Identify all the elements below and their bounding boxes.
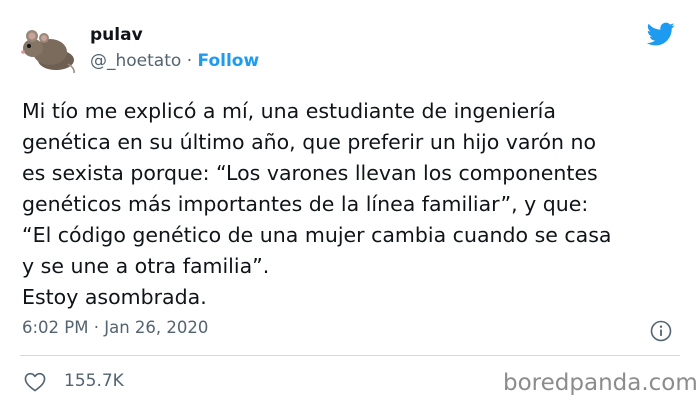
twitter-bird-icon[interactable] <box>644 20 678 48</box>
watermark: boredpanda.com <box>503 370 698 396</box>
info-icon[interactable] <box>650 320 672 342</box>
tweet-timestamp[interactable]: 6:02 PM · Jan 26, 2020 <box>22 318 208 337</box>
like-count[interactable]: 155.7K <box>64 371 124 391</box>
handle-separator: · <box>181 51 198 71</box>
avatar[interactable] <box>20 22 76 74</box>
tweet-text: Mi tío me explicó a mí, una estudiante d… <box>22 99 612 309</box>
heart-icon[interactable] <box>24 372 46 392</box>
user-name[interactable]: pulav <box>90 25 143 45</box>
divider <box>20 355 680 356</box>
follow-button[interactable]: Follow <box>198 51 260 71</box>
user-handle-row: @_hoetato · Follow <box>90 51 259 71</box>
user-handle[interactable]: @_hoetato <box>90 51 181 71</box>
